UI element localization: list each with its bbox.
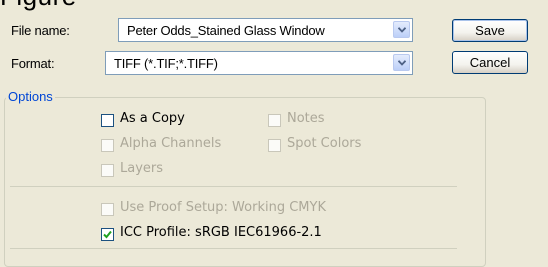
as-a-copy-checkbox[interactable] [101,114,114,127]
layers-checkbox[interactable] [101,164,114,177]
notes-label: Notes [287,111,325,126]
save-button[interactable]: Save [452,19,528,42]
file-name-dropdown-button[interactable] [393,21,410,38]
options-group [4,97,486,267]
spot-colors-label: Spot Colors [287,136,362,151]
chevron-down-icon [398,27,406,33]
alpha-channels-label: Alpha Channels [120,136,222,151]
notes-checkbox[interactable] [268,114,281,127]
use-proof-setup-label: Use Proof Setup: Working CMYK [120,200,326,215]
icc-profile-label: ICC Profile: sRGB IEC61966-2.1 [120,225,322,240]
format-value: TIFF (*.TIF;*.TIFF) [114,56,218,71]
file-name-value: Peter Odds_Stained Glass Window [127,23,325,38]
section-divider [10,186,457,187]
file-name-label: File name: [11,23,70,38]
alpha-channels-checkbox[interactable] [101,139,114,152]
checkmark-icon [103,230,112,239]
file-name-combobox[interactable]: Peter Odds_Stained Glass Window [118,18,413,42]
icc-profile-checkbox[interactable] [101,228,114,241]
spot-colors-checkbox[interactable] [268,139,281,152]
format-select[interactable]: TIFF (*.TIF;*.TIFF) [105,51,413,75]
format-label: Format: [11,56,55,71]
cancel-button[interactable]: Cancel [452,51,528,74]
use-proof-setup-checkbox[interactable] [101,203,114,216]
options-group-title: Options [6,89,55,104]
section-divider [10,248,457,249]
format-dropdown-button[interactable] [393,54,410,71]
layers-label: Layers [120,161,164,176]
as-a-copy-label: As a Copy [120,111,185,126]
chevron-down-icon [398,60,406,66]
cropped-caption-text: Figure [0,0,77,12]
